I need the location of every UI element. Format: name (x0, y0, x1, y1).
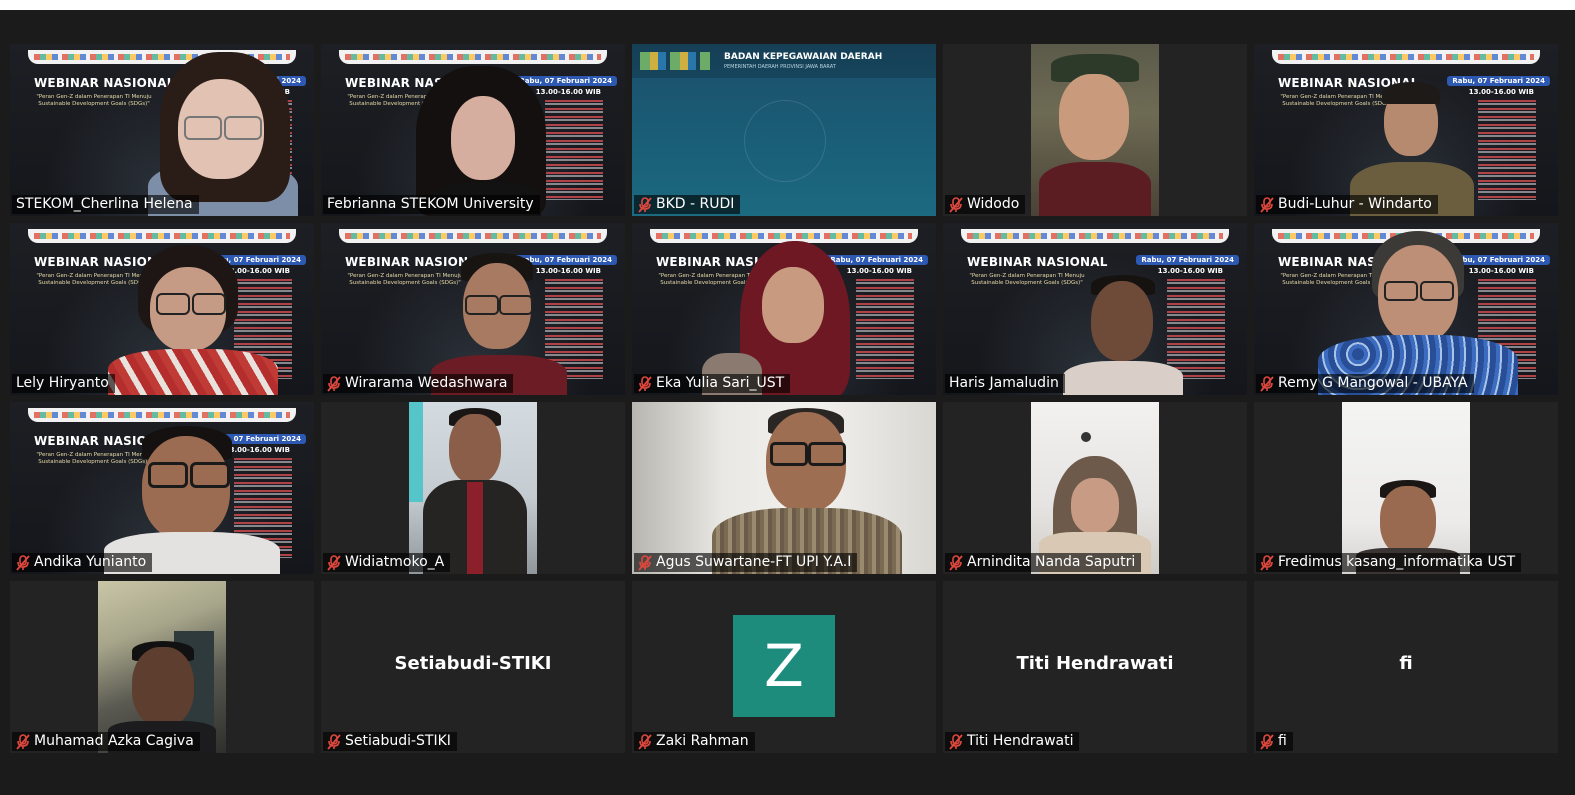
slide-title: WEBINAR NASIONAL (967, 255, 1108, 269)
sponsor-logos (961, 229, 1229, 243)
watermark-emblem (744, 100, 826, 182)
video-tile[interactable]: BADAN KEPEGAWAIAN DAERAH PEMERINTAH DAER… (632, 44, 936, 216)
university-list (1167, 279, 1225, 379)
video-tile-camera-off[interactable]: Setiabudi-STIKI Setiabudi-STIKI (321, 581, 625, 753)
slide-time: 13.00-16.00 WIB (1468, 88, 1534, 96)
video-tile[interactable]: Fredimus kasang_informatika UST (1254, 402, 1558, 574)
participant-video (1342, 402, 1470, 574)
video-tile[interactable]: WEBINAR NASIONAL "Peran Gen-Z dalam Pene… (10, 402, 314, 574)
slide-time: 13.00-16.00 WIB (1157, 267, 1223, 275)
university-list (1478, 100, 1536, 200)
participant-name-label: Febrianna STEKOM University (323, 195, 540, 214)
participant-name-label: BKD - RUDI (634, 195, 741, 214)
participant-name-label: Zaki Rahman (634, 732, 755, 751)
video-tile[interactable]: Widodo (943, 44, 1247, 216)
slide-date: Rabu, 07 Februari 2024 (825, 255, 928, 265)
video-tile[interactable]: Arnindita Nanda Saputri (943, 402, 1247, 574)
participant-name-label: Muhamad Azka Cagiva (12, 732, 200, 751)
participant-name-label: Setiabudi-STIKI (323, 732, 457, 751)
video-tile-camera-off[interactable]: Titi Hendrawati Titi Hendrawati (943, 581, 1247, 753)
video-tile[interactable]: WEBINAR NASIONAL "Peran Gen-Z dalam Pene… (943, 223, 1247, 395)
mic-muted-icon (638, 554, 652, 571)
participant-name-label: fi (1256, 732, 1293, 751)
participant-name-label: Eka Yulia Sari_UST (634, 374, 791, 393)
participant-name-label: Wirarama Wedashwara (323, 374, 514, 393)
participant-name-label: Budi-Luhur - Windarto (1256, 195, 1438, 214)
slide-time: 13.00-16.00 WIB (1468, 267, 1534, 275)
participant-video (1031, 44, 1159, 216)
mic-muted-icon (327, 554, 341, 571)
mic-muted-icon (1260, 375, 1274, 392)
slide-subtitle: "Peran Gen-Z dalam Penerapan TI Menuju S… (36, 94, 152, 107)
participant-name-label: Fredimus kasang_informatika UST (1256, 553, 1522, 572)
slide-date: Rabu, 07 Februari 2024 (514, 76, 617, 86)
mic-muted-icon (949, 196, 963, 213)
mic-muted-icon (1260, 196, 1274, 213)
slide-time: 13.00-16.00 WIB (224, 446, 290, 454)
video-tile[interactable]: Widiatmoko_A (321, 402, 625, 574)
video-tile-camera-off[interactable]: Z Zaki Rahman (632, 581, 936, 753)
participant-video (409, 402, 537, 574)
virtual-background-title: BADAN KEPEGAWAIAN DAERAH (724, 52, 883, 62)
video-tile-camera-off[interactable]: fi fi (1254, 581, 1558, 753)
participant-name-label: Widiatmoko_A (323, 553, 451, 572)
agency-logos (640, 52, 710, 70)
video-tile[interactable]: WEBINAR NASIONAL "Peran Gen-Z dalam Pene… (10, 223, 314, 395)
participant-name-label: STEKOM_Cherlina Helena (12, 195, 199, 214)
top-bar (0, 0, 1575, 10)
participant-name-label: Agus Suwartane-FT UPI Y.A.I (634, 553, 858, 572)
mic-muted-icon (949, 733, 963, 750)
video-tile[interactable]: WEBINAR NASIONAL "Peran Gen-Z dalam Pene… (321, 223, 625, 395)
participant-video (1031, 402, 1159, 574)
mic-muted-icon (16, 554, 30, 571)
participant-name-label: Remy G Mangowal - UBAYA (1256, 374, 1474, 393)
university-list (856, 279, 914, 379)
sponsor-logos (1272, 50, 1540, 64)
sponsor-logos (339, 50, 607, 64)
video-tile[interactable]: WEBINAR NASIONAL "Peran Gen-Z dalam Pene… (1254, 223, 1558, 395)
mic-muted-icon (638, 196, 652, 213)
slide-title: WEBINAR NASIONAL (34, 76, 175, 90)
slide-date: Rabu, 07 Februari 2024 (1447, 76, 1550, 86)
participant-video (98, 581, 226, 753)
slide-time: 13.00-16.00 WIB (535, 88, 601, 96)
video-tile[interactable]: Muhamad Azka Cagiva (10, 581, 314, 753)
participant-name-label: Arnindita Nanda Saputri (945, 553, 1142, 572)
video-tile[interactable]: WEBINAR NASIONAL "Peran Gen-Z dalam Pene… (632, 223, 936, 395)
slide-subtitle: "Peran Gen-Z dalam Penerapan TI Menuju S… (969, 273, 1085, 286)
video-tile[interactable]: WEBINAR NASIONAL "Peran Gen-Z dalam Pene… (1254, 44, 1558, 216)
slide-date: Rabu, 07 Februari 2024 (1136, 255, 1239, 265)
participant-display-name: Titi Hendrawati (1016, 653, 1174, 674)
slide-subtitle: "Peran Gen-Z dalam Penerapan TI Menuju S… (347, 273, 463, 286)
sponsor-logos (339, 229, 607, 243)
mic-muted-icon (327, 375, 341, 392)
participant-name-label: Lely Hiryanto (12, 374, 115, 393)
sponsor-logos (28, 229, 296, 243)
participant-name-label: Titi Hendrawati (945, 732, 1080, 751)
video-tile[interactable]: WEBINAR NASIONAL "Peran Gen-Z dalam Pene… (10, 44, 314, 216)
mic-muted-icon (638, 733, 652, 750)
mic-muted-icon (1260, 733, 1274, 750)
mic-muted-icon (1260, 554, 1274, 571)
slide-time: 13.00-16.00 WIB (846, 267, 912, 275)
video-tile-active-speaker[interactable]: WEBINAR NASIONAL "Peran Gen-Z dalam Pene… (321, 44, 625, 216)
participant-name-label: Widodo (945, 195, 1026, 214)
mic-muted-icon (638, 375, 652, 392)
mic-muted-icon (327, 733, 341, 750)
participant-display-name: fi (1399, 653, 1413, 674)
sponsor-logos (28, 408, 296, 422)
mic-muted-icon (16, 733, 30, 750)
participant-name-label: Haris Jamaludin (945, 374, 1065, 393)
university-list (545, 100, 603, 200)
avatar: Z (733, 615, 835, 717)
video-tile[interactable]: Agus Suwartane-FT UPI Y.A.I (632, 402, 936, 574)
participant-name-label: Andika Yunianto (12, 553, 153, 572)
participant-display-name: Setiabudi-STIKI (394, 653, 552, 674)
virtual-background-subtitle: PEMERINTAH DAERAH PROVINSI JAWA BARAT (724, 64, 836, 70)
mic-muted-icon (949, 554, 963, 571)
slide-time: 13.00-16.00 WIB (535, 267, 601, 275)
